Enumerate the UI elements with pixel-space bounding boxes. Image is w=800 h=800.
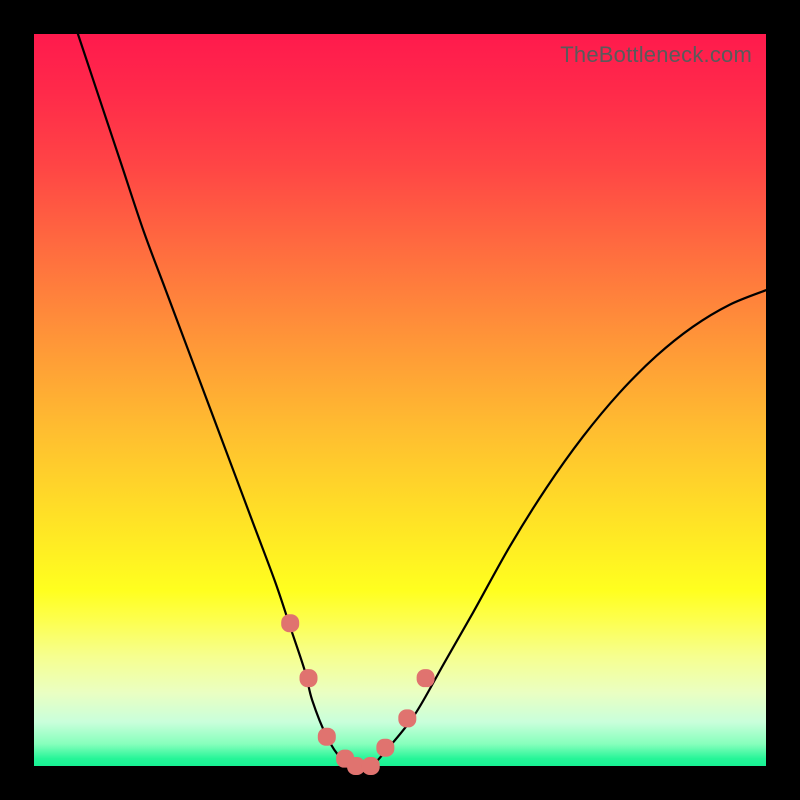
- highlight-marker: [281, 614, 299, 632]
- highlight-marker: [376, 739, 394, 757]
- chart-frame: TheBottleneck.com: [0, 0, 800, 800]
- highlight-marker: [398, 709, 416, 727]
- bottleneck-curve: [78, 34, 766, 767]
- plot-area: TheBottleneck.com: [34, 34, 766, 766]
- highlight-marker: [300, 669, 318, 687]
- highlight-markers: [281, 614, 434, 775]
- chart-svg: [34, 34, 766, 766]
- highlight-marker: [417, 669, 435, 687]
- highlight-marker: [362, 757, 380, 775]
- highlight-marker: [318, 728, 336, 746]
